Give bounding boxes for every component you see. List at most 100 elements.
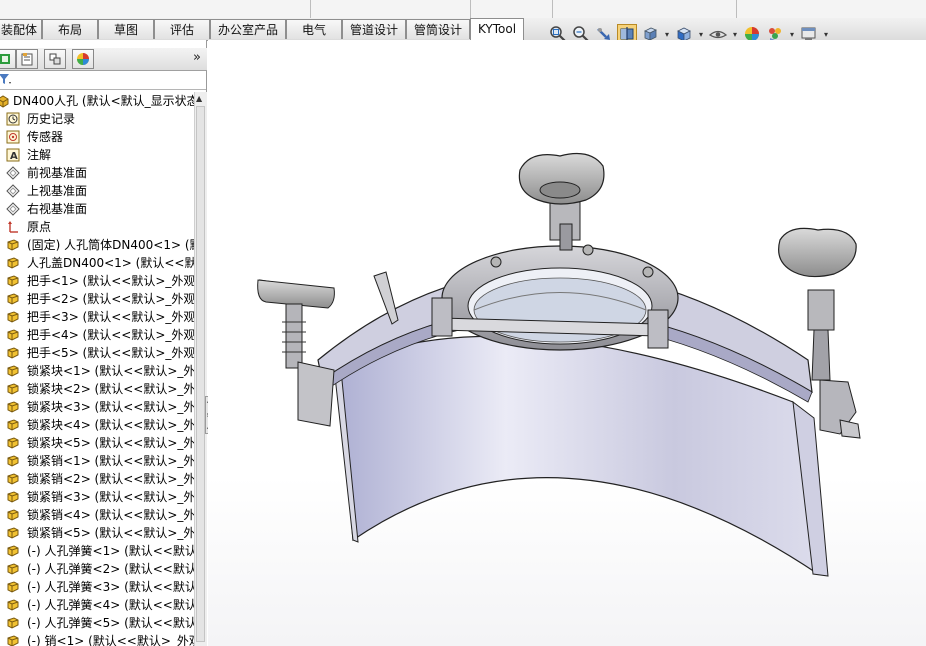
- tree-item-label: 锁紧销<4> (默认<<默认>_外观: [27, 508, 194, 522]
- display-manager-icon[interactable]: [72, 49, 94, 69]
- tree-item[interactable]: (-) 人孔弹簧<3> (默认<<默认: [0, 578, 194, 596]
- configuration-manager-icon[interactable]: [44, 49, 66, 69]
- tree-item-label: 锁紧块<3> (默认<<默认>_外观: [27, 400, 194, 414]
- tree-item-label: 把手<2> (默认<<默认>_外观: [27, 292, 194, 306]
- tree-item[interactable]: 锁紧销<4> (默认<<默认>_外观: [0, 506, 194, 524]
- tree-item-label: 锁紧销<2> (默认<<默认>_外观: [27, 472, 194, 486]
- tab-layout[interactable]: 布局: [42, 19, 98, 39]
- tab-sketch[interactable]: 草图: [98, 19, 154, 39]
- tree-item[interactable]: 锁紧销<5> (默认<<默认>_外观: [0, 524, 194, 542]
- tab-electrical[interactable]: 电气: [286, 19, 342, 39]
- tree-item-label: 传感器: [27, 130, 64, 144]
- chevron-down-icon[interactable]: ▾: [697, 30, 705, 39]
- tree-item-label: (-) 人孔弹簧<3> (默认<<默认: [27, 580, 194, 594]
- sensor-icon: [6, 130, 20, 144]
- tree-item-label: 注解: [27, 148, 52, 162]
- feature-manager-panel: » DN400人孔 (默认<默认_显示状态历史记录传感器 A 注解前视基准面 上视基准…: [0, 40, 207, 646]
- tree-item[interactable]: 把手<5> (默认<<默认>_外观: [0, 344, 194, 362]
- tree-item[interactable]: 锁紧销<2> (默认<<默认>_外观: [0, 470, 194, 488]
- tree-item[interactable]: (-) 人孔弹簧<5> (默认<<默认: [0, 614, 194, 632]
- tree-item[interactable]: (-) 人孔弹簧<2> (默认<<默认: [0, 560, 194, 578]
- tree-item-label: (-) 销<1> (默认<<默认>_外观: [27, 634, 194, 646]
- tree-item-label: 历史记录: [27, 112, 76, 126]
- part-icon: [6, 274, 20, 288]
- tab-office-products[interactable]: 办公室产品: [210, 19, 286, 39]
- tree-item[interactable]: 原点: [0, 218, 194, 236]
- tab-assembly[interactable]: 装配体: [0, 19, 42, 39]
- tree-item[interactable]: 前视基准面: [0, 164, 194, 182]
- tree-item[interactable]: 锁紧块<2> (默认<<默认>_外观: [0, 380, 194, 398]
- tree-item-label: (-) 人孔弹簧<1> (默认<<默认: [27, 544, 194, 558]
- chevron-down-icon[interactable]: ▾: [663, 30, 671, 39]
- tree-item[interactable]: 锁紧销<3> (默认<<默认>_外观: [0, 488, 194, 506]
- tree-item-label: 锁紧块<2> (默认<<默认>_外观: [27, 382, 194, 396]
- tab-kytool[interactable]: KYTool: [470, 18, 524, 40]
- chevron-down-icon[interactable]: ▾: [731, 30, 739, 39]
- tree-item[interactable]: 锁紧销<1> (默认<<默认>_外观: [0, 452, 194, 470]
- svg-text:A: A: [10, 151, 18, 162]
- part-icon: [6, 238, 20, 252]
- part-icon: [6, 508, 20, 522]
- tree-item-label: (-) 人孔弹簧<2> (默认<<默认: [27, 562, 194, 576]
- part-icon: [6, 526, 20, 540]
- graphics-area[interactable]: [208, 40, 926, 646]
- origin-icon: [6, 220, 20, 234]
- tree-item[interactable]: 人孔盖DN400<1> (默认<<默认: [0, 254, 194, 272]
- tree-item[interactable]: 锁紧块<1> (默认<<默认>_外观: [0, 362, 194, 380]
- part-icon: [6, 562, 20, 576]
- plane-icon: [6, 202, 20, 216]
- tree-item[interactable]: 把手<4> (默认<<默认>_外观: [0, 326, 194, 344]
- tree-item-label: 把手<1> (默认<<默认>_外观: [27, 274, 194, 288]
- tree-item[interactable]: 锁紧块<5> (默认<<默认>_外观: [0, 434, 194, 452]
- expand-panel-button[interactable]: »: [193, 50, 201, 65]
- part-icon: [6, 364, 20, 378]
- tree-root-item[interactable]: DN400人孔 (默认<默认_显示状态: [0, 92, 194, 110]
- featuremanager-tree-icon[interactable]: [0, 49, 16, 69]
- tree-item[interactable]: 锁紧块<3> (默认<<默认>_外观: [0, 398, 194, 416]
- scrollbar-thumb[interactable]: [196, 106, 205, 642]
- part-icon: [6, 634, 20, 646]
- tree-item[interactable]: (-) 人孔弹簧<1> (默认<<默认: [0, 542, 194, 560]
- part-icon: [6, 400, 20, 414]
- tree-item[interactable]: 历史记录: [0, 110, 194, 128]
- part-icon: [6, 256, 20, 270]
- part-icon: [6, 616, 20, 630]
- tree-item-label: 原点: [27, 220, 52, 234]
- part-icon: [6, 292, 20, 306]
- chevron-down-icon[interactable]: ▾: [822, 30, 830, 39]
- tree-item[interactable]: 传感器: [0, 128, 194, 146]
- toolbar-separator: [470, 0, 471, 18]
- tree-scrollbar[interactable]: ▲: [194, 92, 207, 646]
- tree-item[interactable]: 锁紧块<4> (默认<<默认>_外观: [0, 416, 194, 434]
- tree-item[interactable]: 右视基准面: [0, 200, 194, 218]
- scroll-up-icon[interactable]: ▲: [196, 94, 202, 103]
- tab-evaluate[interactable]: 评估: [154, 19, 210, 39]
- tree-item-label: 把手<4> (默认<<默认>_外观: [27, 328, 194, 342]
- part-icon: [6, 454, 20, 468]
- tree-item-label: 锁紧销<5> (默认<<默认>_外观: [27, 526, 194, 540]
- tree-item-label: 锁紧块<1> (默认<<默认>_外观: [27, 364, 194, 378]
- plane-icon: [6, 184, 20, 198]
- tree-item-label: 锁紧块<4> (默认<<默认>_外观: [27, 418, 194, 432]
- filter-icon[interactable]: [0, 72, 12, 89]
- tree-item[interactable]: 把手<3> (默认<<默认>_外观: [0, 308, 194, 326]
- toolbar-separator: [736, 0, 737, 18]
- tree-item[interactable]: A 注解: [0, 146, 194, 164]
- chevron-down-icon[interactable]: ▾: [788, 30, 796, 39]
- annotation-icon: A: [6, 148, 20, 162]
- tree-item[interactable]: (-) 销<1> (默认<<默认>_外观: [0, 632, 194, 646]
- tab-tubing[interactable]: 管筒设计: [406, 19, 470, 39]
- tree-item-label: 人孔盖DN400<1> (默认<<默认: [27, 256, 194, 270]
- tree-item[interactable]: 把手<2> (默认<<默认>_外观: [0, 290, 194, 308]
- part-icon: [6, 346, 20, 360]
- tree-item[interactable]: (-) 人孔弹簧<4> (默认<<默认: [0, 596, 194, 614]
- tree-item-label: 把手<3> (默认<<默认>_外观: [27, 310, 194, 324]
- tree-item[interactable]: (固定) 人孔筒体DN400<1> (默: [0, 236, 194, 254]
- manhole-assembly-render[interactable]: [208, 40, 926, 646]
- tree-item[interactable]: 上视基准面: [0, 182, 194, 200]
- tab-piping[interactable]: 管道设计: [342, 19, 406, 39]
- tree-item[interactable]: 把手<1> (默认<<默认>_外观: [0, 272, 194, 290]
- tree-item-label: (固定) 人孔筒体DN400<1> (默: [27, 238, 194, 252]
- property-manager-icon[interactable]: [16, 49, 38, 69]
- tree-item-label: 锁紧块<5> (默认<<默认>_外观: [27, 436, 194, 450]
